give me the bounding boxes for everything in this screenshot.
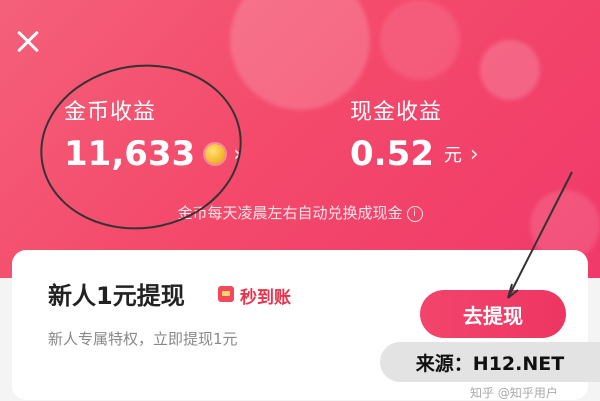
withdraw-button[interactable]: 去提现 — [420, 290, 566, 338]
exchange-note-text: 金币每天凌晨左右自动兑换成现金 — [177, 204, 403, 222]
chevron-right-icon: › — [469, 141, 479, 167]
info-icon[interactable]: i — [406, 205, 423, 222]
decor-bokeh — [480, 40, 540, 100]
decor-bokeh — [380, 0, 460, 80]
instant-badge: 秒到账 — [240, 288, 291, 308]
cash-earnings-amount: 0.52 — [350, 134, 434, 174]
decor-bokeh — [230, 0, 370, 110]
author-watermark: 知乎 @知乎用户 — [470, 386, 558, 400]
close-icon[interactable] — [12, 26, 44, 58]
cash-earnings-label: 现金收益 — [350, 100, 443, 125]
withdraw-title: 新人1元提现 — [48, 282, 185, 310]
red-envelope-icon — [218, 286, 234, 302]
withdraw-subtitle: 新人专属特权，立即提现1元 — [48, 330, 238, 348]
source-watermark: 来源：H12.NET — [380, 342, 600, 382]
cash-earnings-value[interactable]: 0.52 元 › — [350, 134, 479, 174]
cash-unit: 元 — [443, 145, 462, 166]
